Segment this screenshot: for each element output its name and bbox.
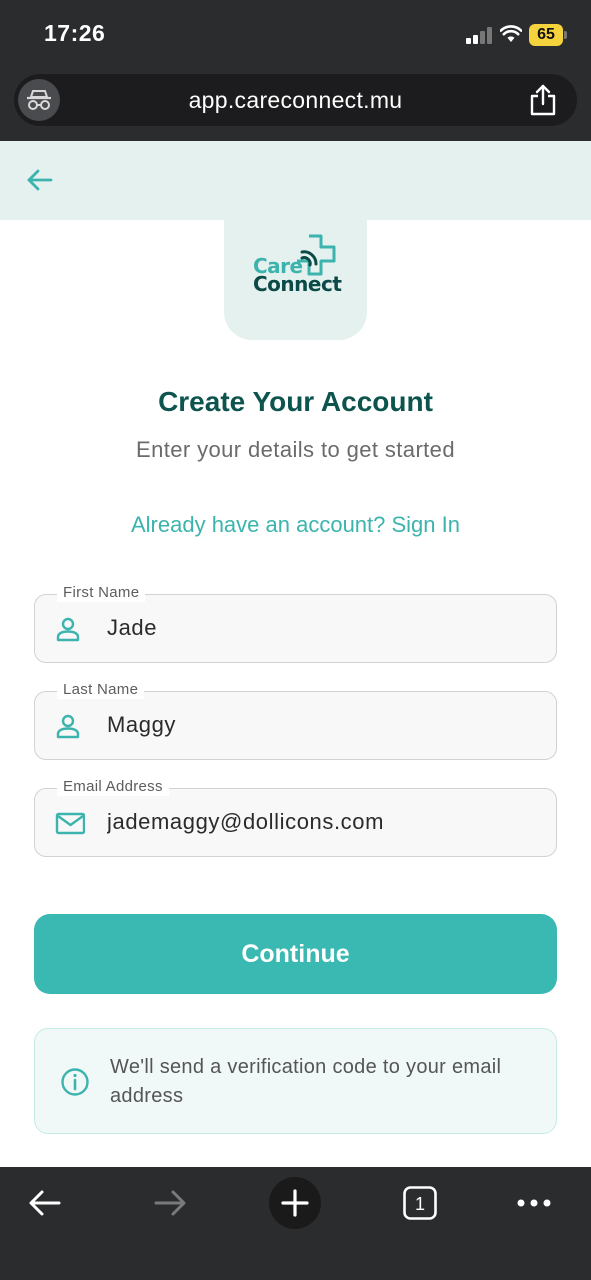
browser-top-chrome: 17:26 65 app.careconnect.mu xyxy=(0,0,591,141)
arrow-left-icon[interactable] xyxy=(24,164,56,196)
continue-button[interactable]: Continue xyxy=(34,914,557,994)
back-icon[interactable] xyxy=(19,1177,71,1229)
incognito-icon[interactable] xyxy=(18,79,60,121)
battery-indicator: 65 xyxy=(529,24,567,46)
first-name-input[interactable] xyxy=(107,595,537,661)
first-name-field[interactable]: First Name xyxy=(34,584,557,663)
share-icon[interactable] xyxy=(528,84,558,116)
last-name-input[interactable] xyxy=(107,692,537,758)
browser-bottom-toolbar: 1 xyxy=(0,1167,591,1280)
more-icon[interactable] xyxy=(508,1177,560,1229)
logo-text-connect: Connect xyxy=(253,272,342,296)
battery-level: 65 xyxy=(537,26,555,43)
status-time: 17:26 xyxy=(44,20,106,46)
wifi-icon xyxy=(500,25,522,42)
page-title: Create Your Account xyxy=(158,386,433,417)
battery-tip xyxy=(564,31,567,39)
tabs-icon[interactable]: 1 xyxy=(394,1177,446,1229)
plus-icon[interactable] xyxy=(269,1177,321,1229)
last-name-field[interactable]: Last Name xyxy=(34,681,557,760)
info-notice: We'll send a verification code to your e… xyxy=(34,1028,557,1134)
tab-count: 1 xyxy=(415,1194,425,1214)
user-icon xyxy=(56,617,80,642)
info-text: We'll send a verification code to your e… xyxy=(110,1056,502,1107)
url-text[interactable]: app.careconnect.mu xyxy=(14,74,577,126)
email-input[interactable] xyxy=(107,789,537,855)
app-header xyxy=(0,141,591,220)
sign-in-link[interactable]: Already have an account? Sign In xyxy=(0,512,591,538)
user-icon xyxy=(56,714,80,739)
forward-icon[interactable] xyxy=(144,1177,196,1229)
mail-icon xyxy=(55,812,85,835)
cellular-signal-icon xyxy=(466,26,494,44)
info-icon xyxy=(61,1068,89,1096)
page-subtitle: Enter your details to get started xyxy=(136,437,455,462)
email-field[interactable]: Email Address xyxy=(34,778,557,857)
logo-card: Care Connect xyxy=(224,220,367,340)
url-bar[interactable]: app.careconnect.mu xyxy=(14,74,577,126)
